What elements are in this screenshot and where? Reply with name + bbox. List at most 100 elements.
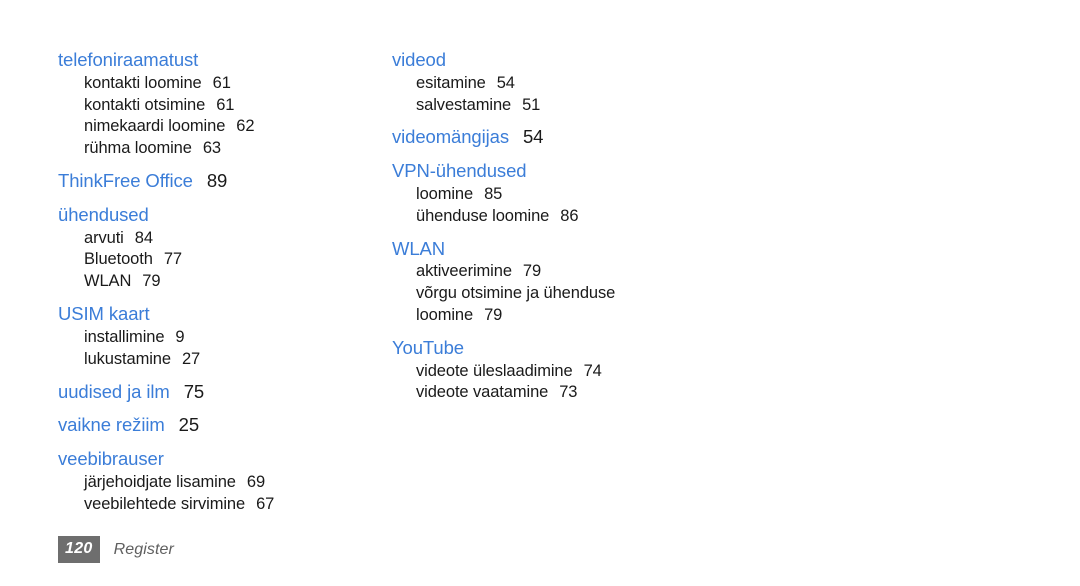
index-heading-label: ühendused	[58, 203, 149, 225]
index-heading-page-number: 25	[178, 414, 200, 436]
index-heading-label: uudised ja ilm	[58, 380, 170, 402]
index-heading[interactable]: telefoniraamatust	[58, 48, 388, 73]
index-subentry-page-number: 86	[560, 206, 579, 225]
index-heading-page-number: 89	[206, 170, 228, 192]
index-column-right: videod esitamine 54 salvestamine 51 videomäng…	[392, 48, 732, 413]
index-subentry-page-number: 79	[484, 306, 503, 324]
index-subentry-label: kontakti loomine	[84, 73, 202, 92]
index-subentry[interactable]: ühenduse loomine 86	[416, 206, 732, 228]
index-subentry-label: nimekaardi loomine	[84, 117, 226, 136]
index-heading-label: WLAN	[392, 237, 446, 259]
index-subentry-label: videote vaatamine	[416, 383, 549, 402]
index-heading[interactable]: vaikne režiim 25	[58, 413, 388, 438]
index-subentry-label: ühenduse loomine	[416, 206, 550, 225]
index-heading-page-number: 75	[183, 380, 205, 402]
index-heading[interactable]: ühendused	[58, 203, 388, 228]
index-subentry-page-number: 84	[134, 228, 153, 247]
index-entry-group: YouTube videote üleslaadimine 74 videote va…	[392, 336, 732, 404]
index-subentry[interactable]: videote vaatamine 73	[416, 382, 732, 404]
index-subentry-label: videote üleslaadimine	[416, 361, 573, 380]
index-subentry-label: võrgu otsimine ja ühenduse loomine	[416, 284, 616, 324]
index-subentry-label: aktiveerimine	[416, 262, 512, 281]
index-subentry-page-number: 67	[256, 494, 275, 513]
index-heading[interactable]: WLAN	[392, 237, 732, 262]
index-heading[interactable]: uudised ja ilm 75	[58, 380, 388, 405]
index-heading[interactable]: ThinkFree Office 89	[58, 169, 388, 194]
index-heading-label: videod	[392, 49, 446, 70]
index-entry-group: ThinkFree Office 89	[58, 169, 388, 194]
index-subentry[interactable]: veebilehtede sirvimine 67	[84, 494, 388, 516]
index-columns: telefoniraamatust kontakti loomine 61 konta…	[58, 48, 1018, 524]
index-subentry-label: Bluetooth	[84, 250, 153, 269]
index-subentry[interactable]: nimekaardi loomine 62	[84, 116, 388, 138]
index-subentry[interactable]: aktiveerimine 79	[416, 261, 732, 283]
index-subentry[interactable]: videote üleslaadimine 74	[416, 361, 732, 383]
index-heading[interactable]: videod	[392, 48, 732, 73]
index-entry-group: WLAN aktiveerimine 79 võrgu otsimine ja ühe…	[392, 237, 732, 327]
index-entry-group: vaikne režiim 25	[58, 413, 388, 438]
index-subentry[interactable]: kontakti otsimine 61	[84, 95, 388, 117]
index-subentry-page-number: 27	[181, 349, 201, 368]
index-subentry-label: loomine	[416, 184, 474, 203]
index-subentry-page-number: 61	[212, 73, 231, 92]
index-subentry-page-number: 79	[142, 272, 161, 291]
index-subentry-label: arvuti	[84, 228, 124, 247]
index-heading[interactable]: videomängijas 54	[392, 125, 732, 150]
page-number-badge: 120	[58, 536, 100, 563]
index-entry-group: videod esitamine 54 salvestamine 51	[392, 48, 732, 116]
index-heading[interactable]: veebibrauser	[58, 447, 388, 472]
index-heading-page-number: 54	[522, 126, 544, 148]
index-subentry-page-number: 79	[522, 262, 542, 281]
index-subentry-label: järjehoidjate lisamine	[84, 472, 236, 491]
index-subentry-label: veebilehtede sirvimine	[84, 494, 246, 513]
index-heading[interactable]: YouTube	[392, 336, 732, 361]
index-entry-group: videomängijas 54	[392, 125, 732, 150]
index-subentry-page-number: 51	[522, 95, 541, 114]
page-footer: 120 Register	[58, 536, 174, 563]
index-heading-label: telefoniraamatust	[58, 49, 199, 70]
index-heading-label: USIM kaart	[58, 303, 150, 325]
index-subentry-page-number: 74	[583, 361, 602, 380]
index-subentry-label: rühma loomine	[84, 139, 192, 158]
index-subentry-page-number: 54	[496, 73, 515, 92]
index-subentry-page-number: 77	[163, 250, 182, 269]
index-heading[interactable]: VPN-ühendused	[392, 159, 732, 184]
index-subentry-page-number: 69	[246, 472, 266, 491]
index-subentry[interactable]: salvestamine 51	[416, 95, 732, 117]
index-subentry[interactable]: järjehoidjate lisamine 69	[84, 472, 388, 494]
index-subentry-page-number: 85	[484, 184, 503, 203]
index-heading[interactable]: USIM kaart	[58, 302, 388, 327]
index-subentry-page-number: 63	[202, 139, 221, 158]
index-subentry[interactable]: installimine 9	[84, 327, 388, 349]
index-subentry-label: salvestamine	[416, 95, 512, 114]
index-subentry-label: kontakti otsimine	[84, 95, 206, 114]
index-heading-label: VPN-ühendused	[392, 160, 527, 182]
index-subentry-label: lukustamine	[84, 349, 171, 368]
index-entry-group: VPN-ühendused loomine 85 ühenduse loomine 86	[392, 159, 732, 227]
index-subentry[interactable]: võrgu otsimine ja ühenduse loomine 79	[416, 283, 646, 327]
index-subentry[interactable]: lukustamine 27	[84, 349, 388, 371]
index-column-left: telefoniraamatust kontakti loomine 61 konta…	[58, 48, 388, 524]
index-subentry[interactable]: rühma loomine 63	[84, 138, 388, 160]
index-subentry[interactable]: WLAN 79	[84, 271, 388, 293]
index-entry-group: telefoniraamatust kontakti loomine 61 konta…	[58, 48, 388, 160]
index-subentry-label: WLAN	[84, 272, 132, 291]
index-heading-label: YouTube	[392, 336, 464, 358]
index-entry-group: uudised ja ilm 75	[58, 380, 388, 405]
index-subentry-page-number: 61	[216, 95, 235, 114]
index-heading-label: veebibrauser	[58, 448, 164, 469]
index-page: telefoniraamatust kontakti loomine 61 konta…	[0, 0, 1080, 586]
index-subentry-page-number: 73	[559, 383, 578, 402]
index-entry-group: ühendused arvuti 84 Bluetooth 77 WLAN 79	[58, 203, 388, 293]
index-subentry[interactable]: kontakti loomine 61	[84, 73, 388, 95]
index-heading-label: ThinkFree Office	[58, 170, 193, 192]
index-heading-label: videomängijas	[392, 126, 509, 148]
index-entry-group: USIM kaart installimine 9 lukustamine 27	[58, 302, 388, 370]
index-heading-label: vaikne režiim	[58, 414, 165, 436]
index-subentry[interactable]: loomine 85	[416, 184, 732, 206]
index-subentry[interactable]: Bluetooth 77	[84, 249, 388, 271]
index-subentry-label: esitamine	[416, 73, 486, 92]
index-subentry[interactable]: esitamine 54	[416, 73, 732, 95]
index-subentry-label: installimine	[84, 327, 165, 346]
index-subentry[interactable]: arvuti 84	[84, 228, 388, 250]
